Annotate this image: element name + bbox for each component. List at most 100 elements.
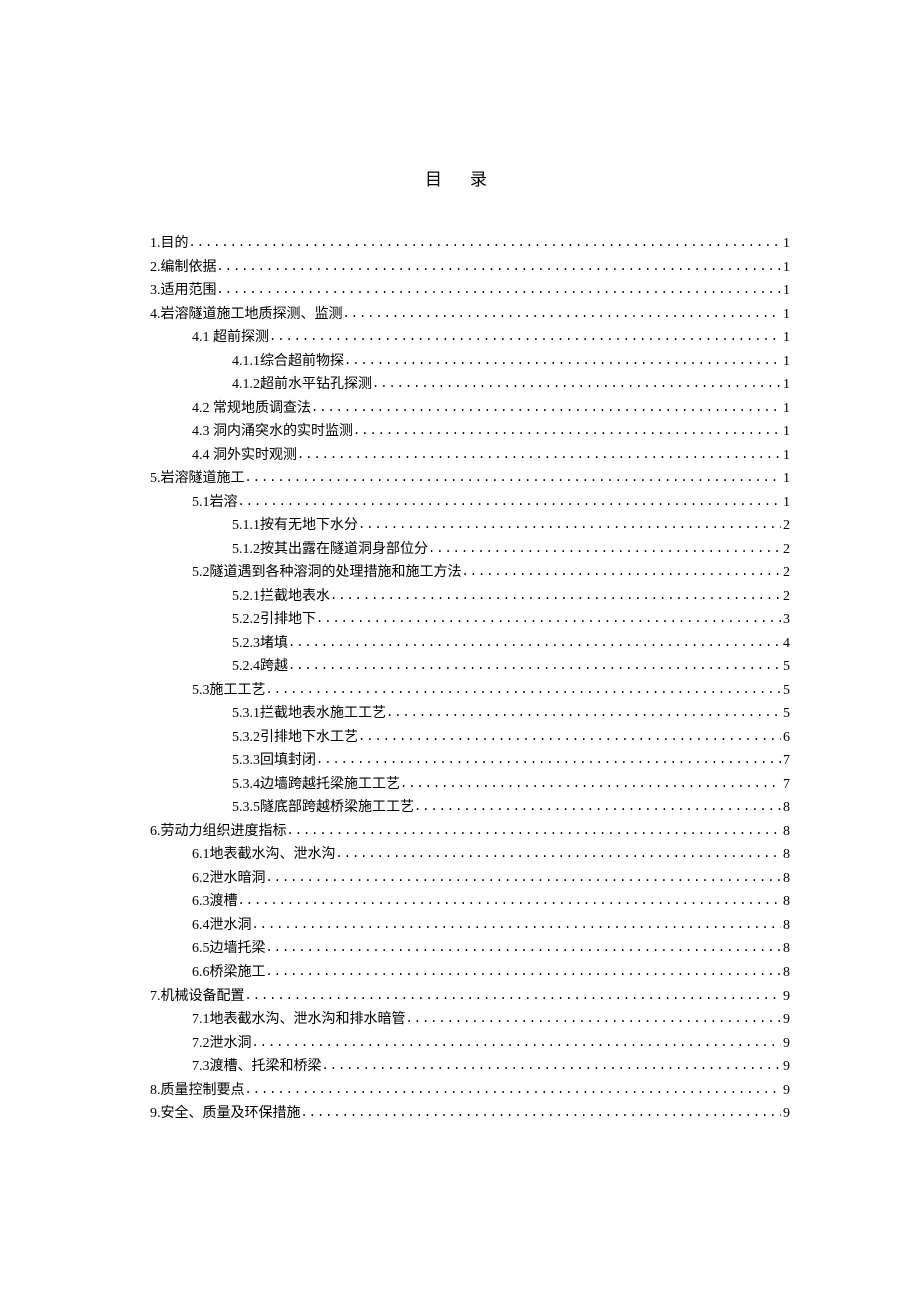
toc-leader-dots: ........................................…: [406, 1008, 782, 1028]
toc-leader-dots: ........................................…: [336, 843, 782, 863]
toc-leader-dots: ........................................…: [245, 1079, 782, 1099]
toc-label: 4.岩溶隧道施工地质探测、监测: [150, 303, 343, 327]
toc-leader-dots: ........................................…: [288, 655, 781, 675]
toc-page-number: 2: [781, 538, 790, 562]
toc-row: 6.5边墙托梁.................................…: [150, 937, 790, 961]
toc-leader-dots: ........................................…: [322, 1055, 782, 1075]
toc-page-number: 9: [781, 1079, 790, 1103]
toc-label: 8.质量控制要点: [150, 1079, 245, 1103]
toc-label: 6.劳动力组织进度指标: [150, 820, 287, 844]
toc-label: 7.1地表截水沟、泄水沟和排水暗管: [192, 1008, 406, 1032]
toc-page-number: 1: [781, 326, 790, 350]
toc-page-number: 1: [781, 303, 790, 327]
toc-label: 5.3.1拦截地表水施工工艺: [232, 702, 386, 726]
toc-leader-dots: ........................................…: [252, 914, 782, 934]
toc-row: 7.3渡槽、托梁和桥梁.............................…: [150, 1055, 790, 1079]
toc-label: 5.3.5隧底部跨越桥梁施工工艺: [232, 796, 414, 820]
toc-label: 5.2.4跨越: [232, 655, 288, 679]
toc-row: 4.2 常规地质调查法.............................…: [150, 397, 790, 421]
toc-page-number: 2: [781, 585, 790, 609]
toc-label: 6.3渡槽: [192, 890, 238, 914]
toc-page-number: 7: [781, 749, 790, 773]
toc-row: 5.2.4跨越.................................…: [150, 655, 790, 679]
toc-page-number: 2: [781, 514, 790, 538]
toc-row: 5.1.2按其出露在隧道洞身部位分.......................…: [150, 538, 790, 562]
toc-page-number: 9: [781, 1102, 790, 1126]
toc-row: 8.质量控制要点................................…: [150, 1079, 790, 1103]
toc-leader-dots: ........................................…: [238, 890, 782, 910]
toc-leader-dots: ........................................…: [386, 702, 781, 722]
toc-title: 目录: [150, 165, 790, 190]
toc-leader-dots: ........................................…: [414, 796, 781, 816]
toc-row: 4.岩溶隧道施工地质探测、监测.........................…: [150, 303, 790, 327]
toc-row: 7.1地表截水沟、泄水沟和排水暗管.......................…: [150, 1008, 790, 1032]
toc-page-number: 3: [781, 608, 790, 632]
toc-row: 5.3.5隧底部跨越桥梁施工工艺........................…: [150, 796, 790, 820]
toc-page-number: 1: [781, 256, 790, 280]
toc-leader-dots: ........................................…: [266, 937, 782, 957]
toc-leader-dots: ........................................…: [330, 585, 781, 605]
toc-leader-dots: ........................................…: [287, 820, 782, 840]
toc-leader-dots: ........................................…: [297, 444, 781, 464]
toc-leader-dots: ........................................…: [372, 373, 781, 393]
toc-row: 5.1.1按有无地下水分............................…: [150, 514, 790, 538]
toc-page-number: 1: [781, 491, 790, 515]
toc-label: 5.2.1拦截地表水: [232, 585, 330, 609]
toc-row: 5.3.1拦截地表水施工工艺..........................…: [150, 702, 790, 726]
toc-label: 7.2泄水洞: [192, 1032, 252, 1056]
toc-label: 5.1.2按其出露在隧道洞身部位分: [232, 538, 428, 562]
toc-row: 4.1 超前探测................................…: [150, 326, 790, 350]
toc-label: 5.3.4边墙跨越托梁施工工艺: [232, 773, 400, 797]
toc-page-number: 8: [781, 867, 790, 891]
toc-row: 6.1地表截水沟、泄水沟............................…: [150, 843, 790, 867]
toc-row: 1.目的....................................…: [150, 232, 790, 256]
toc-row: 7.机械设备配置................................…: [150, 985, 790, 1009]
toc-row: 7.2泄水洞..................................…: [150, 1032, 790, 1056]
toc-label: 6.2泄水暗洞: [192, 867, 266, 891]
toc-page-number: 6: [781, 726, 790, 750]
toc-leader-dots: ........................................…: [316, 608, 781, 628]
toc-page-number: 1: [781, 444, 790, 468]
toc-leader-dots: ........................................…: [301, 1102, 782, 1122]
toc-page-number: 5: [781, 655, 790, 679]
toc-leader-dots: ........................................…: [462, 561, 782, 581]
toc-label: 4.3 洞内涌突水的实时监测: [192, 420, 353, 444]
toc-label: 4.2 常规地质调查法: [192, 397, 311, 421]
toc-label: 4.1.2超前水平钻孔探测: [232, 373, 372, 397]
toc-page-number: 8: [781, 937, 790, 961]
toc-page-number: 9: [781, 1032, 790, 1056]
toc-page-number: 1: [781, 350, 790, 374]
toc-row: 6.劳动力组织进度指标.............................…: [150, 820, 790, 844]
toc-page-number: 8: [781, 820, 790, 844]
toc-page-number: 8: [781, 961, 790, 985]
toc-leader-dots: ........................................…: [245, 467, 782, 487]
toc-leader-dots: ........................................…: [428, 538, 781, 558]
toc-row: 9.安全、质量及环保措施............................…: [150, 1102, 790, 1126]
toc-leader-dots: ........................................…: [344, 350, 781, 370]
toc-leader-dots: ........................................…: [252, 1032, 782, 1052]
toc-label: 4.1.1综合超前物探: [232, 350, 344, 374]
toc-label: 5.2.3堵填: [232, 632, 288, 656]
toc-leader-dots: ........................................…: [217, 256, 782, 276]
toc-row: 5.3.4边墙跨越托梁施工工艺.........................…: [150, 773, 790, 797]
toc-label: 5.岩溶隧道施工: [150, 467, 245, 491]
toc-leader-dots: ........................................…: [266, 961, 782, 981]
toc-page-number: 1: [781, 397, 790, 421]
toc-row: 6.4泄水洞..................................…: [150, 914, 790, 938]
toc-row: 2.编制依据..................................…: [150, 256, 790, 280]
toc-leader-dots: ........................................…: [245, 985, 782, 1005]
toc-row: 5.2.1拦截地表水..............................…: [150, 585, 790, 609]
toc-page-number: 1: [781, 420, 790, 444]
toc-label: 6.6桥梁施工: [192, 961, 266, 985]
toc-page-number: 9: [781, 1008, 790, 1032]
toc-label: 2.编制依据: [150, 256, 217, 280]
toc-label: 9.安全、质量及环保措施: [150, 1102, 301, 1126]
toc-page-number: 8: [781, 914, 790, 938]
toc-page-number: 9: [781, 1055, 790, 1079]
toc-row: 4.1.1综合超前物探.............................…: [150, 350, 790, 374]
toc-row: 6.3渡槽...................................…: [150, 890, 790, 914]
toc-page-number: 8: [781, 890, 790, 914]
toc-page-number: 5: [781, 702, 790, 726]
toc-leader-dots: ........................................…: [358, 726, 781, 746]
toc-leader-dots: ........................................…: [238, 491, 782, 511]
